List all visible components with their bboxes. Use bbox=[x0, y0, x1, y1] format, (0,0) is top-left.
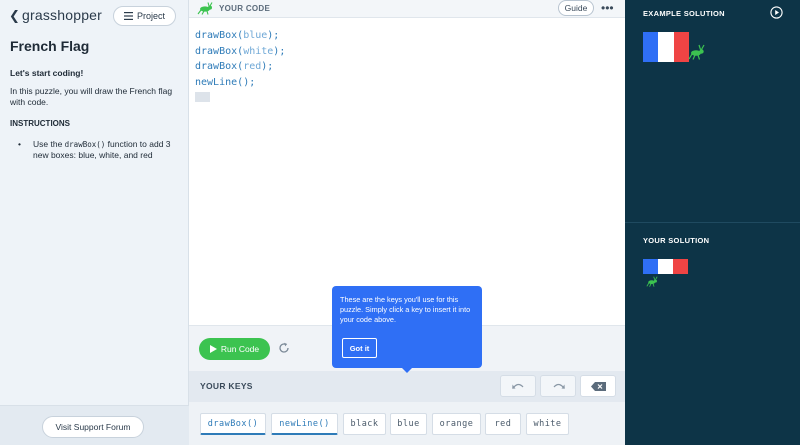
keys-row: drawBox() newLine() black blue orange re… bbox=[189, 402, 625, 445]
panel-divider bbox=[625, 222, 800, 223]
menu-list-icon bbox=[123, 12, 133, 20]
got-it-button[interactable]: Got it bbox=[342, 338, 377, 358]
play-circle-icon[interactable] bbox=[770, 6, 783, 19]
redo-icon bbox=[553, 383, 565, 389]
backspace-icon bbox=[590, 381, 606, 391]
project-button[interactable]: Project bbox=[113, 6, 176, 26]
run-code-button[interactable]: Run Code bbox=[199, 338, 270, 360]
insert-cursor-box[interactable] bbox=[195, 92, 210, 102]
tooltip-text: These are the keys you'll use for this p… bbox=[340, 295, 471, 324]
grasshopper-icon bbox=[688, 44, 705, 60]
keys-header: YOUR KEYS bbox=[189, 371, 625, 402]
support-forum-button[interactable]: Visit Support Forum bbox=[42, 416, 144, 438]
play-triangle-icon bbox=[209, 345, 217, 353]
puzzle-subtitle: Let's start coding! bbox=[10, 68, 84, 78]
instructions-heading: INSTRUCTIONS bbox=[10, 119, 70, 128]
your-flag bbox=[643, 259, 688, 274]
key-black[interactable]: black bbox=[343, 413, 386, 435]
lesson-topbar: ❮ grasshopper Project bbox=[0, 0, 189, 30]
grasshopper-logo[interactable]: grasshopper bbox=[22, 7, 102, 23]
key-newline[interactable]: newLine() bbox=[271, 413, 338, 435]
key-orange[interactable]: orange bbox=[432, 413, 481, 435]
more-options-icon[interactable]: ••• bbox=[601, 1, 614, 15]
lesson-panel: ❮ grasshopper Project French Flag Let's … bbox=[0, 0, 189, 445]
bullet-dot-icon: • bbox=[18, 139, 21, 149]
flag-white-stripe bbox=[658, 32, 674, 62]
tooltip-arrow bbox=[401, 367, 413, 373]
solution-panel: EXAMPLE SOLUTION YOUR SOLUTION bbox=[625, 0, 800, 445]
instruction-text-start: Use the bbox=[33, 139, 65, 149]
delete-button[interactable] bbox=[580, 375, 616, 397]
project-button-label: Project bbox=[136, 11, 165, 21]
instruction-item: • Use the drawBox() function to add 3 ne… bbox=[18, 139, 182, 161]
redo-button[interactable] bbox=[540, 375, 576, 397]
your-solution-heading: YOUR SOLUTION bbox=[643, 236, 710, 245]
instruction-code: drawBox() bbox=[64, 140, 106, 149]
puzzle-description: In this puzzle, you will draw the French… bbox=[10, 86, 173, 107]
flag-blue-stripe bbox=[643, 32, 659, 62]
code-panel: YOUR CODE Guide ••• drawBox(blue); drawB… bbox=[189, 0, 625, 445]
example-flag bbox=[643, 32, 689, 62]
guide-button[interactable]: Guide bbox=[558, 0, 594, 16]
key-blue[interactable]: blue bbox=[390, 413, 427, 435]
code-header: YOUR CODE Guide ••• bbox=[189, 0, 625, 18]
back-chevron-icon[interactable]: ❮ bbox=[9, 8, 20, 24]
flag-white-stripe bbox=[658, 259, 673, 274]
run-code-label: Run Code bbox=[220, 344, 260, 354]
your-code-label: YOUR CODE bbox=[219, 4, 271, 13]
your-keys-label: YOUR KEYS bbox=[200, 381, 253, 391]
flag-red-stripe bbox=[673, 259, 688, 274]
lesson-footer: Visit Support Forum bbox=[0, 405, 189, 445]
code-line[interactable]: drawBox(red); bbox=[195, 59, 285, 75]
key-red[interactable]: red bbox=[485, 413, 521, 435]
key-white[interactable]: white bbox=[526, 413, 569, 435]
code-line[interactable]: newLine(); bbox=[195, 75, 285, 91]
undo-button[interactable] bbox=[500, 375, 536, 397]
code-line[interactable]: drawBox(blue); bbox=[195, 28, 285, 44]
flag-blue-stripe bbox=[643, 259, 658, 274]
keys-tooltip: These are the keys you'll use for this p… bbox=[332, 286, 482, 373]
key-drawbox[interactable]: drawBox() bbox=[200, 413, 266, 435]
example-solution-heading: EXAMPLE SOLUTION bbox=[643, 9, 725, 18]
puzzle-title: French Flag bbox=[10, 38, 90, 54]
grasshopper-icon bbox=[646, 276, 658, 287]
reset-icon[interactable] bbox=[278, 342, 290, 354]
code-line[interactable]: drawBox(white); bbox=[195, 44, 285, 60]
flag-red-stripe bbox=[673, 32, 689, 62]
undo-icon bbox=[511, 383, 523, 389]
grasshopper-icon bbox=[197, 2, 213, 15]
code-cursor-line[interactable] bbox=[195, 90, 285, 106]
code-editor[interactable]: drawBox(blue); drawBox(white); drawBox(r… bbox=[195, 28, 285, 106]
